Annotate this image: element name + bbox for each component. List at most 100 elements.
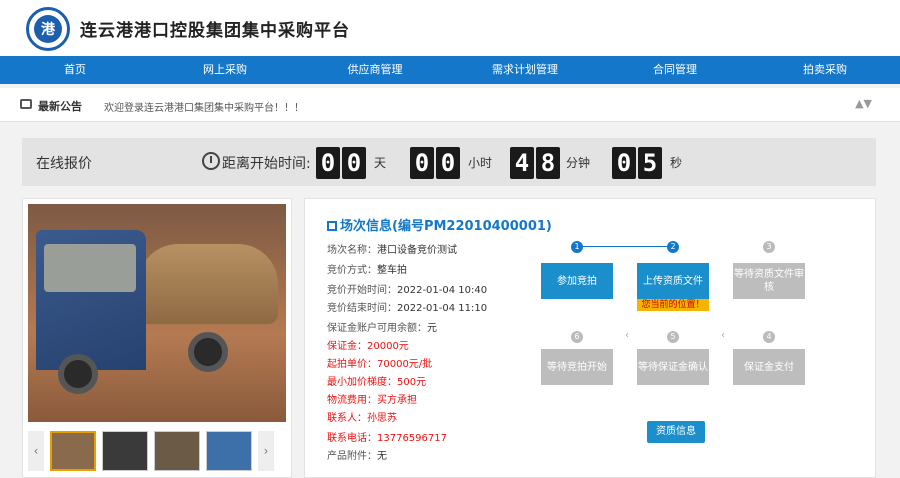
truck-tank-shape bbox=[138, 244, 278, 324]
logo-icon[interactable]: 港 bbox=[26, 7, 70, 51]
thumbnail[interactable] bbox=[102, 431, 148, 471]
field-start-price: 起拍单价：70000元/批 bbox=[327, 355, 432, 370]
step-dot-6: 6 bbox=[571, 331, 583, 343]
field-phone: 联系电话：13776596717 bbox=[327, 429, 447, 444]
qualification-info-button[interactable]: 资质信息 bbox=[647, 421, 705, 443]
seconds-digit: 5 bbox=[638, 147, 662, 179]
countdown-days: 0 0 bbox=[316, 147, 366, 179]
thumb-prev-icon[interactable]: ‹ bbox=[28, 431, 44, 471]
step-arrow-icon: ‹ bbox=[721, 330, 725, 341]
field-session-name: 场次名称：港口设备竞价测试 bbox=[327, 241, 457, 256]
upload-qualification-button[interactable]: 上传资质文件 bbox=[637, 263, 709, 299]
session-title: 场次信息(编号PM22010400001) bbox=[327, 215, 552, 234]
thumbnail[interactable] bbox=[206, 431, 252, 471]
field-min-increment: 最小加价梯度：500元 bbox=[327, 373, 426, 388]
step-dot-3: 3 bbox=[763, 241, 775, 253]
field-contact: 联系人：孙思苏 bbox=[327, 409, 397, 424]
days-digit: 0 bbox=[342, 147, 366, 179]
nav-home[interactable]: 首页 bbox=[0, 56, 150, 84]
unit-second: 秒 bbox=[670, 156, 683, 170]
field-value: 2022-01-04 10:40 bbox=[397, 285, 488, 296]
unit-hour: 小时 bbox=[468, 156, 493, 170]
field-deposit-balance: 保证金账户可用余额：元 bbox=[327, 319, 437, 334]
field-start-time: 竞价开始时间：2022-01-04 10:40 bbox=[327, 281, 487, 296]
field-value: 港口设备竞价测试 bbox=[377, 245, 457, 256]
join-auction-button[interactable]: 参加竞拍 bbox=[541, 263, 613, 299]
step-await-deposit: 等待保证金确认 bbox=[637, 349, 709, 385]
site-title: 连云港港口控股集团集中采购平台 bbox=[80, 21, 350, 41]
field-bid-method: 竞价方式：整车拍 bbox=[327, 261, 407, 276]
field-key: 最小加价梯度： bbox=[327, 377, 397, 388]
unit-minute: 分钟 bbox=[566, 156, 591, 170]
field-value: 500元 bbox=[397, 377, 427, 388]
photo-gallery: ‹ › bbox=[22, 198, 292, 478]
session-info-card: 场次信息(编号PM22010400001) 场次名称：港口设备竞价测试 竞价方式… bbox=[304, 198, 876, 478]
notice-icon bbox=[20, 99, 32, 109]
field-key: 联系人： bbox=[327, 413, 367, 424]
hours-digit: 0 bbox=[410, 147, 434, 179]
countdown-seconds: 0 5 bbox=[612, 147, 662, 179]
field-value: 70000元/批 bbox=[377, 359, 433, 370]
minutes-digit: 4 bbox=[510, 147, 534, 179]
minutes-digit: 8 bbox=[536, 147, 560, 179]
step-dot-2: 2 bbox=[667, 241, 679, 253]
field-key: 竞价开始时间： bbox=[327, 285, 397, 296]
field-key: 竞价结束时间： bbox=[327, 303, 397, 314]
field-deposit: 保证金：20000元 bbox=[327, 337, 409, 352]
field-key: 保证金账户可用余额： bbox=[327, 323, 427, 334]
field-value: 20000元 bbox=[367, 341, 409, 352]
nav-supplier-management[interactable]: 供应商管理 bbox=[300, 56, 450, 84]
field-value: 13776596717 bbox=[377, 433, 447, 444]
field-key: 联系电话： bbox=[327, 433, 377, 444]
seconds-digit: 0 bbox=[612, 147, 636, 179]
field-end-time: 竞价结束时间：2022-01-04 11:10 bbox=[327, 299, 487, 314]
step-dot-5: 5 bbox=[667, 331, 679, 343]
countdown-minutes: 4 8 bbox=[510, 147, 560, 179]
field-attachment: 产品附件：无 bbox=[327, 447, 387, 462]
field-value: 无 bbox=[377, 451, 387, 462]
thumbnail-strip: ‹ › bbox=[28, 429, 286, 473]
field-value: 整车拍 bbox=[377, 265, 407, 276]
days-digit: 0 bbox=[316, 147, 340, 179]
step-arrow-icon: ‹ bbox=[625, 330, 629, 341]
step-await-review: 等待资质文件审核 bbox=[733, 263, 805, 299]
truck-wheel-shape bbox=[188, 332, 228, 372]
thumbnail[interactable] bbox=[154, 431, 200, 471]
step-dot-1: 1 bbox=[571, 241, 583, 253]
truck-wheel-shape bbox=[58, 354, 98, 394]
nav-online-purchase[interactable]: 网上采购 bbox=[150, 56, 300, 84]
session-title-text: 场次信息(编号PM22010400001) bbox=[340, 219, 552, 234]
field-value: 元 bbox=[427, 323, 437, 334]
notice-scroll-icon[interactable]: ▲▼ bbox=[855, 97, 872, 110]
truck-window-shape bbox=[44, 244, 136, 292]
main-nav: 首页 网上采购 供应商管理 需求计划管理 合同管理 拍卖采购 bbox=[0, 56, 900, 84]
field-value: 孙思苏 bbox=[367, 413, 397, 424]
field-key: 场次名称： bbox=[327, 245, 377, 256]
thumbnail[interactable] bbox=[50, 431, 96, 471]
step-pay-deposit: 保证金支付 bbox=[733, 349, 805, 385]
thumb-next-icon[interactable]: › bbox=[258, 431, 274, 471]
field-key: 产品附件： bbox=[327, 451, 377, 462]
notice-bar: 最新公告 欢迎登录连云港港口集团集中采购平台！！！ ▲▼ bbox=[0, 88, 900, 122]
field-key: 保证金： bbox=[327, 341, 367, 352]
nav-contract-management[interactable]: 合同管理 bbox=[600, 56, 750, 84]
info-icon bbox=[327, 221, 337, 231]
main-product-photo[interactable] bbox=[28, 204, 286, 422]
step-dot-4: 4 bbox=[763, 331, 775, 343]
site-header: 港 连云港港口控股集团集中采购平台 bbox=[0, 0, 900, 56]
step-await-start: 等待竞拍开始 bbox=[541, 349, 613, 385]
notice-text[interactable]: 欢迎登录连云港港口集团集中采购平台！！！ bbox=[104, 99, 304, 114]
field-key: 起拍单价： bbox=[327, 359, 377, 370]
countdown-hours: 0 0 bbox=[410, 147, 460, 179]
step-connector bbox=[583, 246, 679, 247]
field-key: 物流费用： bbox=[327, 395, 377, 406]
nav-demand-plan[interactable]: 需求计划管理 bbox=[450, 56, 600, 84]
countdown-label: 距离开始时间: bbox=[222, 156, 311, 172]
field-key: 竞价方式： bbox=[327, 265, 377, 276]
field-value: 买方承担 bbox=[377, 395, 417, 406]
nav-auction-purchase[interactable]: 拍卖采购 bbox=[750, 56, 900, 84]
unit-day: 天 bbox=[374, 156, 387, 170]
field-logistics-fee: 物流费用：买方承担 bbox=[327, 391, 417, 406]
current-position-tip: 您当前的位置！ bbox=[637, 299, 709, 311]
notice-label: 最新公告 bbox=[38, 100, 82, 113]
